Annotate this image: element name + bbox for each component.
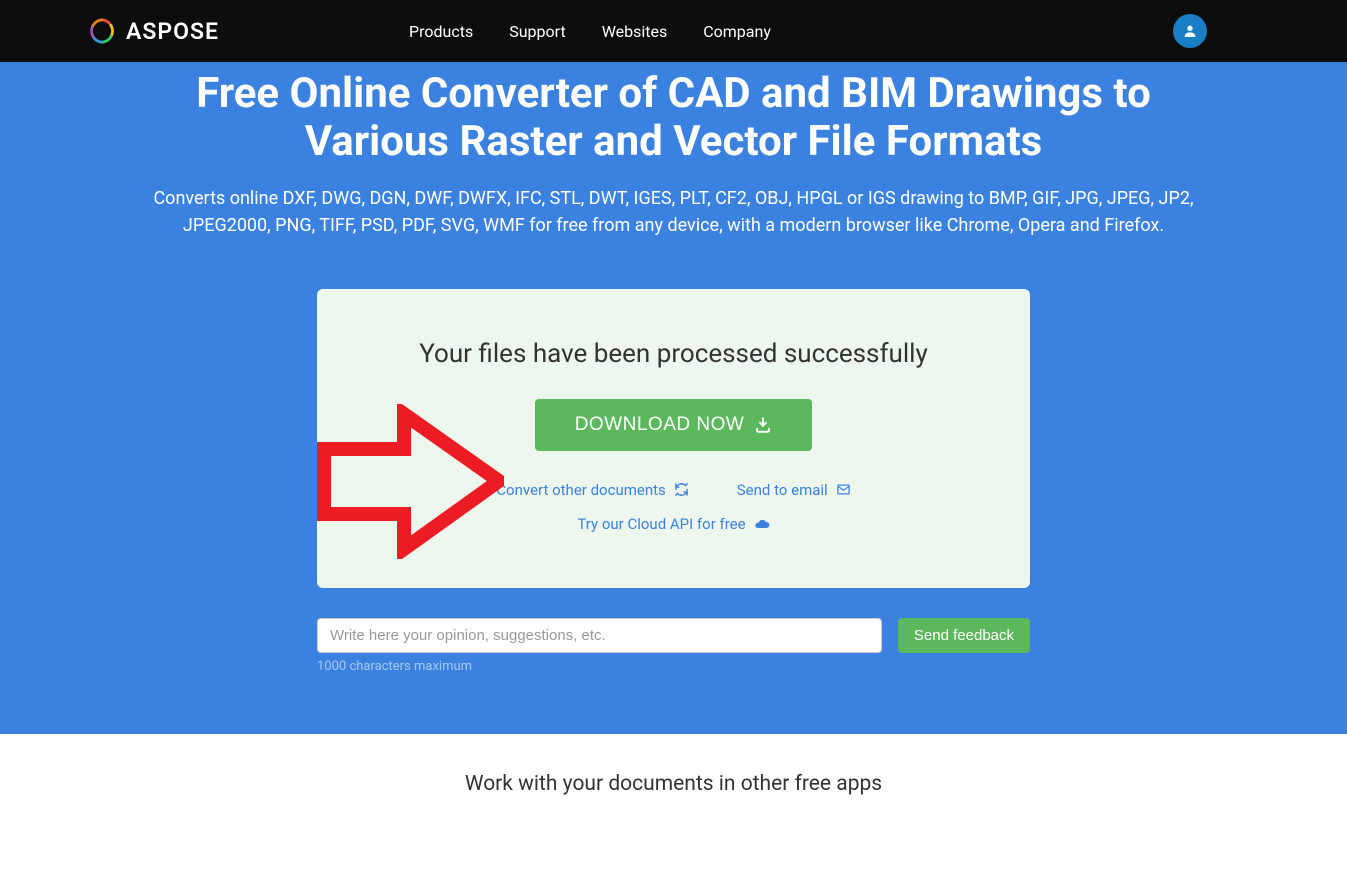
convert-other-label: Convert other documents	[496, 481, 665, 499]
convert-other-link[interactable]: Convert other documents	[496, 481, 688, 499]
nav-company[interactable]: Company	[703, 22, 771, 41]
download-label: DOWNLOAD NOW	[575, 414, 745, 436]
feedback-row: Send feedback	[317, 618, 1030, 653]
header: ASPOSE Products Support Websites Company	[0, 0, 1347, 62]
brand-logo[interactable]: ASPOSE	[88, 17, 219, 45]
download-button[interactable]: DOWNLOAD NOW	[535, 399, 813, 451]
send-feedback-button[interactable]: Send feedback	[898, 618, 1030, 653]
status-message: Your files have been processed successfu…	[347, 339, 1000, 369]
nav-support[interactable]: Support	[509, 22, 565, 41]
download-icon	[754, 416, 772, 434]
action-links-row-2: Try our Cloud API for free	[347, 515, 1000, 533]
cloud-api-link[interactable]: Try our Cloud API for free	[577, 515, 769, 533]
envelope-icon	[836, 482, 851, 497]
main-nav: Products Support Websites Company	[409, 22, 771, 41]
nav-products[interactable]: Products	[409, 22, 473, 41]
result-card: Your files have been processed successfu…	[317, 289, 1030, 588]
aspose-logo-icon	[88, 17, 116, 45]
cloud-icon	[754, 516, 770, 532]
send-email-link[interactable]: Send to email	[737, 481, 851, 499]
feedback-input[interactable]	[317, 618, 882, 653]
cloud-api-label: Try our Cloud API for free	[577, 515, 745, 533]
send-email-label: Send to email	[737, 481, 828, 499]
refresh-icon	[674, 482, 689, 497]
action-links-row: Convert other documents Send to email	[347, 481, 1000, 499]
other-apps-title: Work with your documents in other free a…	[0, 772, 1347, 796]
nav-websites[interactable]: Websites	[602, 22, 668, 41]
brand-name: ASPOSE	[126, 18, 219, 45]
user-button[interactable]	[1173, 14, 1207, 48]
page-title: Free Online Converter of CAD and BIM Dra…	[124, 70, 1224, 167]
hero-section: Free Online Converter of CAD and BIM Dra…	[0, 62, 1347, 734]
page-subtitle: Converts online DXF, DWG, DGN, DWF, DWFX…	[129, 185, 1219, 239]
user-icon	[1182, 23, 1198, 39]
feedback-char-limit: 1000 characters maximum	[317, 659, 1030, 674]
other-apps-section: Work with your documents in other free a…	[0, 734, 1347, 896]
